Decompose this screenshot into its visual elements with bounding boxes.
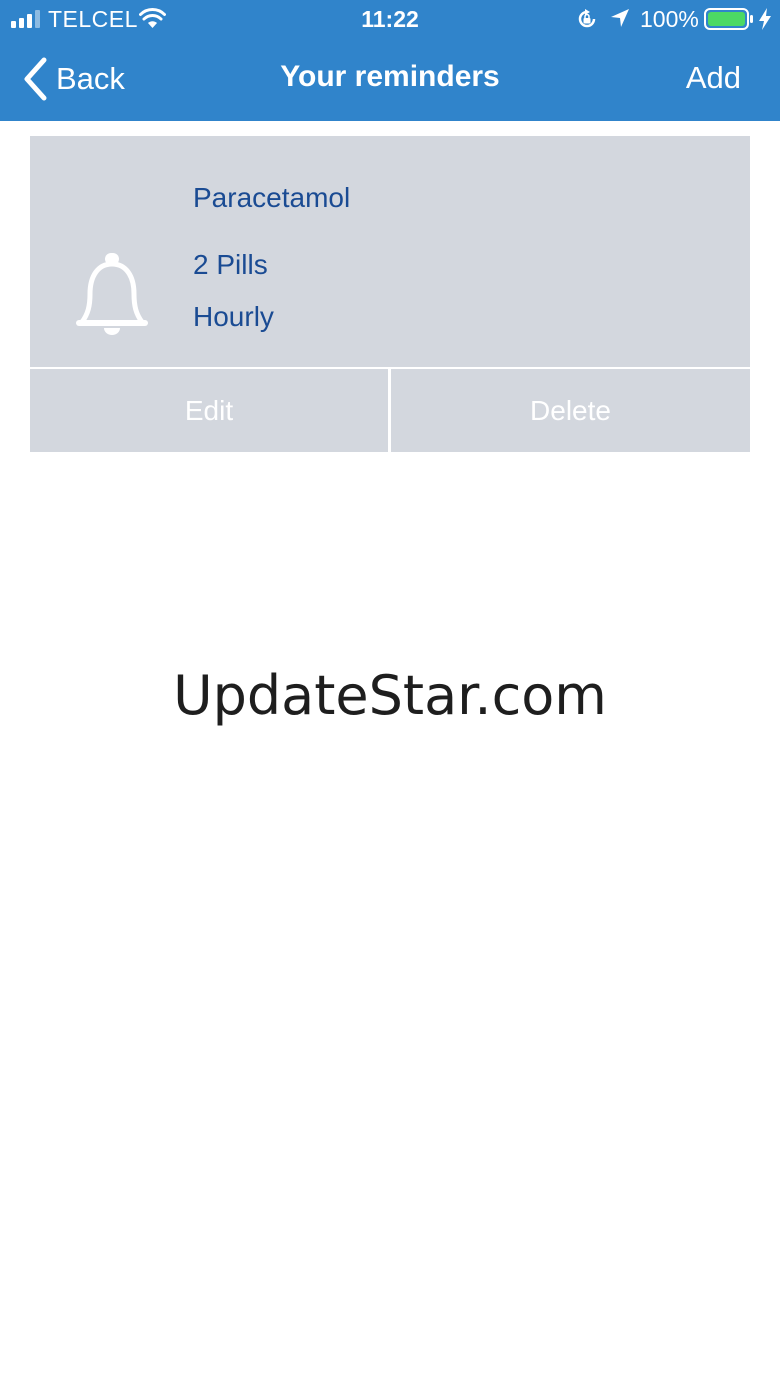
medication-dose: 2 Pills bbox=[193, 249, 268, 280]
back-label: Back bbox=[56, 61, 125, 96]
medication-frequency: Hourly bbox=[193, 301, 274, 332]
status-bar: TELCEL 11:22 100% bbox=[0, 0, 780, 40]
reminder-card: Paracetamol 2 Pills Hourly Edit Delete bbox=[30, 136, 750, 452]
edit-button[interactable]: Edit bbox=[30, 369, 388, 452]
chevron-left-icon bbox=[24, 57, 47, 101]
watermark-text: UpdateStar.com bbox=[173, 664, 607, 727]
bell-icon bbox=[76, 253, 148, 335]
top-bar: TELCEL 11:22 100% Back Your reminders Ad… bbox=[0, 0, 780, 121]
orientation-lock-icon bbox=[578, 9, 596, 28]
battery-icon bbox=[704, 8, 753, 30]
location-icon bbox=[611, 9, 629, 27]
charging-icon bbox=[759, 8, 771, 30]
battery-percentage: 100% bbox=[640, 6, 699, 32]
delete-button[interactable]: Delete bbox=[391, 369, 750, 452]
add-button[interactable]: Add bbox=[686, 60, 741, 96]
medication-name: Paracetamol bbox=[193, 182, 351, 213]
reminder-details[interactable]: Paracetamol 2 Pills Hourly bbox=[30, 136, 750, 367]
back-button[interactable]: Back bbox=[22, 56, 125, 102]
